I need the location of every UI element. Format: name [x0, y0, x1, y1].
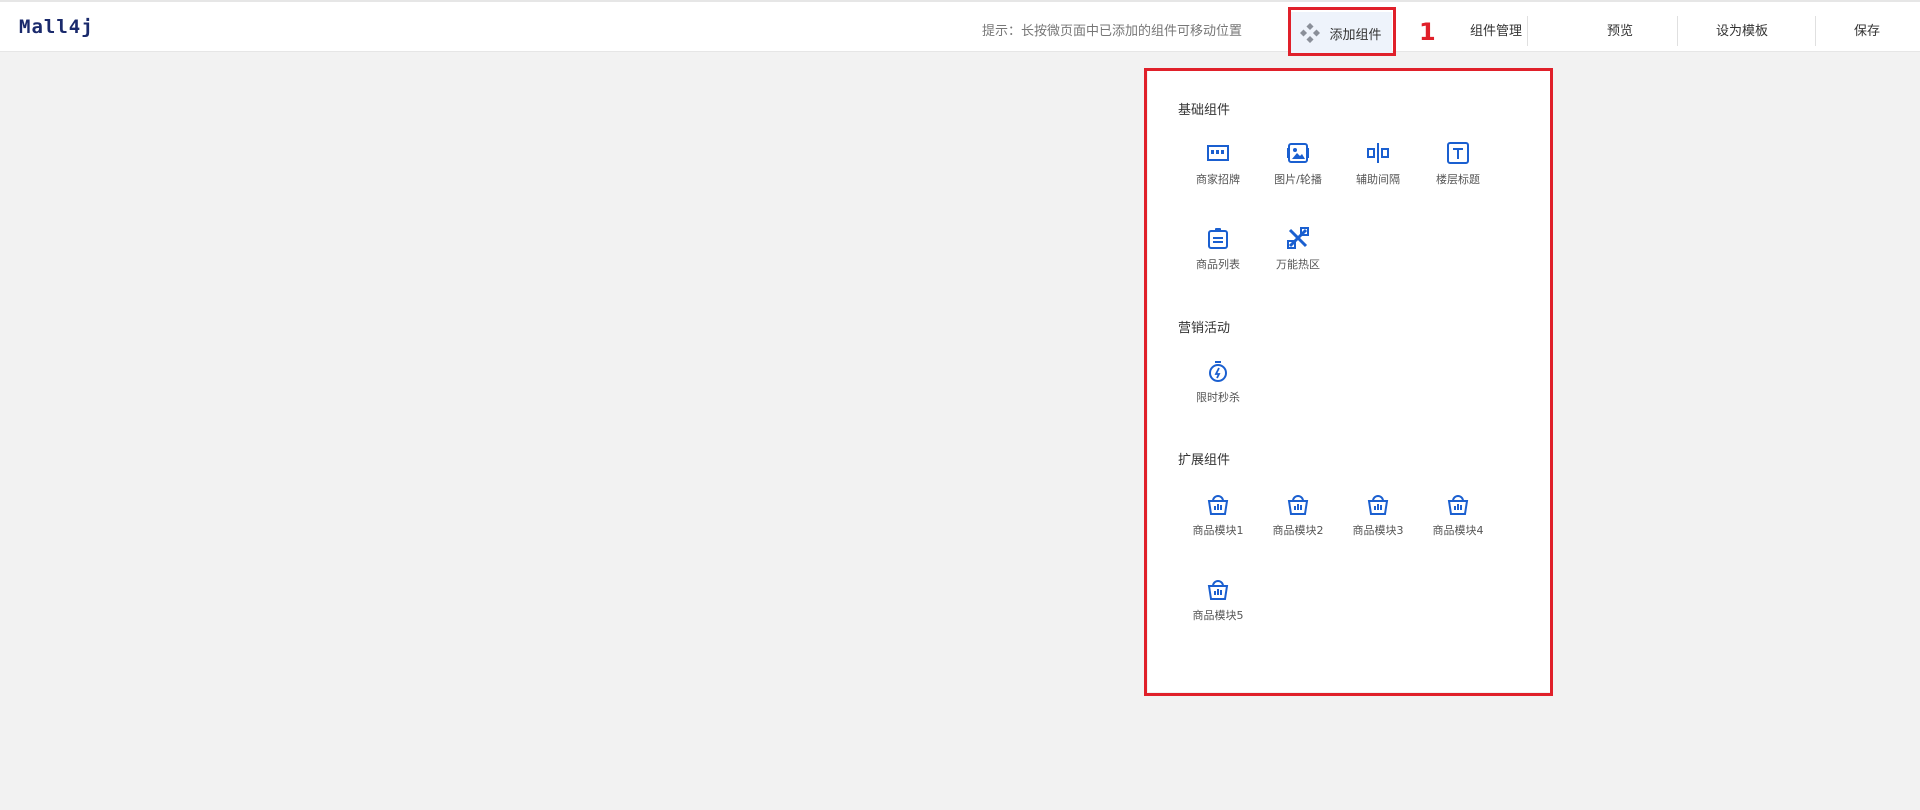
components-icon: [1300, 23, 1321, 43]
component-label: 商品模块1: [1192, 524, 1244, 537]
add-component-button[interactable]: 添加组件: [1290, 12, 1392, 54]
basket-icon: [1367, 495, 1389, 515]
component-label: 万能热区: [1276, 258, 1320, 271]
set-as-template-button[interactable]: 设为模板: [1716, 20, 1768, 39]
component-label: 商品模块3: [1352, 524, 1404, 537]
shop-sign-icon: [1207, 145, 1229, 161]
spacer-icon: [1367, 143, 1389, 163]
component-hotzone[interactable]: 万能热区: [1262, 226, 1332, 282]
preview-button[interactable]: 预览: [1607, 20, 1633, 39]
component-image-carousel[interactable]: 图片/轮播: [1262, 141, 1332, 197]
divider: [1815, 16, 1816, 46]
basket-icon: [1447, 495, 1469, 515]
component-label: 商品列表: [1196, 258, 1240, 271]
section-title-basic: 基础组件: [1178, 103, 1231, 118]
section-title-marketing: 营销活动: [1178, 321, 1231, 336]
basket-icon: [1207, 580, 1229, 600]
save-button[interactable]: 保存: [1854, 20, 1880, 39]
component-panel: 基础组件 商家招牌 图片/轮播 辅助间隔 楼层标题 商品列表 万能热区 营销活动…: [1148, 71, 1550, 692]
move-hint-text: 提示：长按微页面中已添加的组件可移动位置: [982, 24, 1243, 39]
component-floor-title[interactable]: 楼层标题: [1422, 141, 1492, 197]
hotzone-tools-icon: [1287, 227, 1309, 249]
component-product-module-3[interactable]: 商品模块3: [1342, 492, 1412, 548]
component-shop-sign[interactable]: 商家招牌: [1182, 141, 1252, 197]
image-carousel-icon: [1287, 143, 1309, 163]
component-product-list[interactable]: 商品列表: [1182, 226, 1252, 282]
component-manage-button[interactable]: 组件管理: [1470, 20, 1522, 39]
product-list-icon: [1208, 228, 1228, 249]
component-spacer[interactable]: 辅助间隔: [1342, 141, 1412, 197]
component-product-module-4[interactable]: 商品模块4: [1422, 492, 1492, 548]
top-bar: Mall4j 提示：长按微页面中已添加的组件可移动位置 添加组件 组件管理 预览…: [0, 0, 1920, 54]
component-label: 限时秒杀: [1196, 391, 1240, 404]
component-label: 楼层标题: [1436, 173, 1480, 186]
component-label: 辅助间隔: [1356, 173, 1400, 186]
component-label: 图片/轮播: [1274, 173, 1322, 186]
component-product-module-1[interactable]: 商品模块1: [1182, 492, 1252, 548]
component-label: 商品模块4: [1432, 524, 1484, 537]
logo: Mall4j: [19, 16, 94, 38]
divider: [1527, 16, 1528, 46]
component-label: 商品模块5: [1192, 609, 1244, 622]
annotation-number: 1: [1419, 18, 1436, 46]
component-label: 商家招牌: [1196, 173, 1240, 186]
basket-icon: [1207, 495, 1229, 515]
basket-icon: [1287, 495, 1309, 515]
component-product-module-2[interactable]: 商品模块2: [1262, 492, 1332, 548]
divider: [1677, 16, 1678, 46]
stopwatch-icon: [1209, 361, 1227, 382]
title-text-icon: [1447, 142, 1469, 164]
component-label: 商品模块2: [1272, 524, 1324, 537]
component-flash-sale[interactable]: 限时秒杀: [1182, 359, 1252, 415]
add-component-label: 添加组件: [1329, 27, 1382, 43]
section-title-extension: 扩展组件: [1178, 453, 1231, 468]
component-product-module-5[interactable]: 商品模块5: [1182, 577, 1252, 633]
